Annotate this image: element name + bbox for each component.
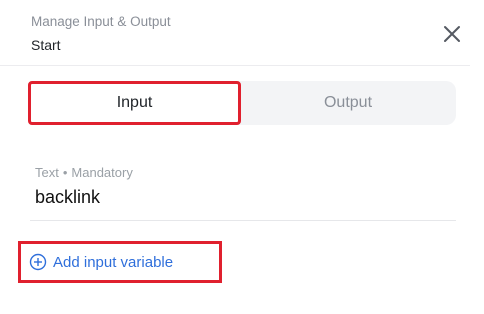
tab-output[interactable]: Output <box>241 81 455 125</box>
add-input-variable-label: Add input variable <box>53 253 174 271</box>
close-button[interactable] <box>440 22 464 46</box>
panel-title: Start <box>31 37 61 53</box>
field-meta: Text • Mandatory <box>35 165 133 180</box>
panel-subtitle: Manage Input & Output <box>31 14 171 29</box>
field-requirement-label: Mandatory <box>71 165 133 180</box>
input-variable-value[interactable]: backlink <box>35 185 455 209</box>
io-tabs: Input Output <box>28 81 456 125</box>
close-icon <box>444 26 460 42</box>
panel-header: Manage Input & Output Start <box>0 0 470 66</box>
field-divider <box>30 220 456 221</box>
field-type-label: Text <box>35 165 59 180</box>
plus-circle-icon <box>29 253 47 271</box>
field-meta-separator: • <box>62 165 68 180</box>
add-input-variable-button[interactable]: Add input variable <box>18 241 222 283</box>
tab-input[interactable]: Input <box>28 81 241 125</box>
manage-io-panel: Manage Input & Output Start Input Output… <box>0 0 470 314</box>
